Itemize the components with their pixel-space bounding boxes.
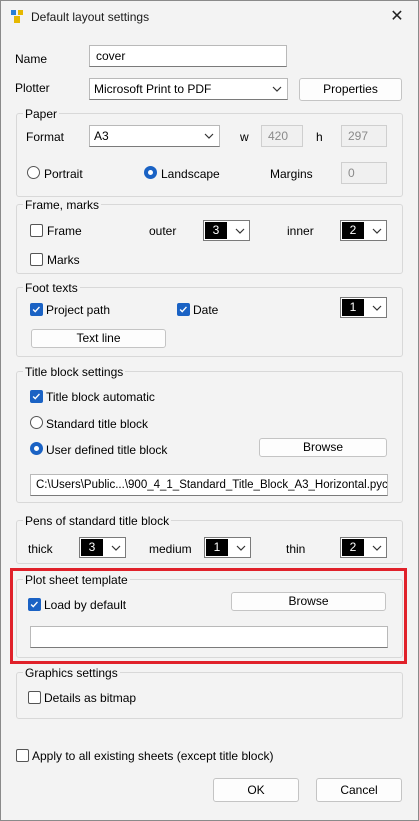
check-icon — [179, 306, 187, 313]
standard-title-block-label: Standard title block — [46, 417, 149, 431]
chevron-down-icon — [372, 545, 382, 551]
outer-pen-value: 3 — [205, 222, 227, 239]
chevron-down-icon — [111, 545, 121, 551]
properties-button[interactable]: Properties — [299, 78, 402, 101]
medium-label: medium — [149, 542, 192, 556]
check-icon — [32, 306, 40, 313]
title-block-path-input[interactable]: C:\Users\Public...\900_4_1_Standard_Titl… — [30, 474, 388, 496]
close-button[interactable]: ✕ — [382, 5, 412, 29]
margins-label: Margins — [270, 167, 313, 181]
name-input[interactable]: cover — [89, 45, 287, 67]
chevron-down-icon — [235, 228, 245, 234]
pens-standard-group-title: Pens of standard title block — [23, 514, 172, 528]
user-defined-title-block-radio[interactable] — [30, 442, 43, 455]
inner-pen-value: 2 — [342, 222, 364, 239]
chevron-down-icon — [372, 228, 382, 234]
paper-group-title: Paper — [23, 107, 60, 121]
title-block-browse-button[interactable]: Browse — [259, 438, 387, 457]
graphics-settings-group-title: Graphics settings — [23, 666, 120, 680]
medium-pen-value: 1 — [206, 539, 228, 556]
inner-label: inner — [287, 224, 314, 238]
details-as-bitmap-checkbox[interactable] — [28, 691, 41, 704]
thick-label: thick — [28, 542, 53, 556]
medium-pen-select[interactable]: 1 — [204, 537, 251, 558]
frame-label: Frame — [47, 224, 82, 238]
date-label: Date — [193, 303, 219, 317]
cancel-button[interactable]: Cancel — [316, 778, 402, 802]
dialog-window: Default layout settings ✕ Name cover Plo… — [0, 0, 419, 821]
frame-checkbox[interactable] — [30, 224, 43, 237]
title-block-automatic-label: Title block automatic — [46, 390, 155, 404]
plotter-value: Microsoft Print to PDF — [94, 82, 212, 96]
plotter-select[interactable]: Microsoft Print to PDF — [89, 78, 288, 100]
marks-label: Marks — [47, 253, 80, 267]
foot-text-pen-value: 1 — [342, 299, 364, 316]
thick-pen-select[interactable]: 3 — [79, 537, 126, 558]
portrait-radio[interactable] — [27, 166, 40, 179]
user-defined-title-block-label: User defined title block — [46, 443, 168, 457]
frame-marks-group-title: Frame, marks — [23, 198, 102, 212]
landscape-label: Landscape — [161, 167, 220, 181]
format-value: A3 — [94, 129, 109, 143]
window-title: Default layout settings — [31, 10, 150, 24]
thin-pen-select[interactable]: 2 — [340, 537, 387, 558]
inner-pen-select[interactable]: 2 — [340, 220, 387, 241]
project-path-checkbox[interactable] — [30, 303, 43, 316]
check-icon — [32, 393, 40, 400]
title-block-automatic-checkbox[interactable] — [30, 390, 43, 403]
format-label: Format — [26, 130, 65, 144]
date-checkbox[interactable] — [177, 303, 190, 316]
format-select[interactable]: A3 — [89, 125, 220, 147]
thick-pen-value: 3 — [81, 539, 103, 556]
plotter-label: Plotter — [15, 81, 50, 95]
chevron-down-icon — [272, 86, 282, 92]
name-label: Name — [15, 52, 48, 66]
height-label: h — [316, 130, 323, 144]
landscape-radio[interactable] — [144, 166, 157, 179]
width-input[interactable]: 420 — [261, 125, 303, 147]
portrait-label: Portrait — [44, 167, 83, 181]
width-label: w — [240, 130, 249, 144]
foot-texts-group-title: Foot texts — [23, 281, 80, 295]
foot-text-pen-select[interactable]: 1 — [340, 297, 387, 318]
title-bar: Default layout settings ✕ — [1, 1, 418, 33]
outer-pen-select[interactable]: 3 — [203, 220, 250, 241]
marks-checkbox[interactable] — [30, 253, 43, 266]
title-block-group-title: Title block settings — [23, 365, 126, 379]
apply-all-checkbox[interactable] — [16, 749, 29, 762]
margins-input[interactable]: 0 — [341, 162, 387, 184]
highlight-box — [10, 568, 407, 664]
close-icon: ✕ — [390, 8, 404, 25]
chevron-down-icon — [236, 545, 246, 551]
ok-button[interactable]: OK — [213, 778, 299, 802]
thin-label: thin — [286, 542, 306, 556]
project-path-label: Project path — [46, 303, 111, 317]
chevron-down-icon — [204, 133, 214, 139]
text-line-button[interactable]: Text line — [31, 329, 166, 348]
apply-all-label: Apply to all existing sheets (except tit… — [32, 749, 274, 763]
thin-pen-value: 2 — [342, 539, 364, 556]
outer-label: outer — [149, 224, 177, 238]
app-icon — [11, 10, 23, 23]
chevron-down-icon — [372, 305, 382, 311]
height-input[interactable]: 297 — [341, 125, 387, 147]
details-as-bitmap-label: Details as bitmap — [44, 691, 137, 705]
standard-title-block-radio[interactable] — [30, 416, 43, 429]
